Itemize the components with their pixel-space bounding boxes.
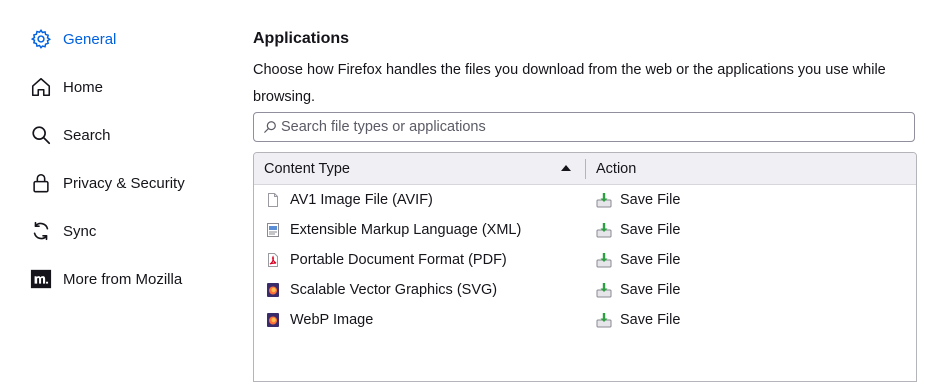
save-file-icon [596, 282, 612, 298]
column-label: Action [596, 160, 637, 177]
search-icon [263, 120, 277, 134]
home-icon [30, 76, 52, 98]
content-type-cell: WebP Image [265, 305, 373, 335]
content-type-cell: Extensible Markup Language (XML) [265, 215, 521, 245]
sidebar-item-home[interactable]: Home [30, 73, 103, 101]
table-row[interactable]: WebP Image Save File [254, 305, 916, 335]
action-label: Save File [620, 222, 681, 238]
sort-ascending-icon [561, 165, 571, 171]
column-label: Content Type [264, 160, 350, 177]
sidebar: General Home Search Privacy & Security S… [0, 0, 230, 372]
content-type-cell: AV1 Image File (AVIF) [265, 185, 433, 215]
sidebar-item-general[interactable]: General [30, 25, 116, 53]
sidebar-item-sync[interactable]: Sync [30, 217, 96, 245]
action-label: Save File [620, 282, 681, 298]
action-select[interactable]: Save File [596, 275, 680, 305]
action-select[interactable]: Save File [596, 245, 680, 275]
action-label: Save File [620, 252, 681, 268]
firefox-file-icon [265, 312, 281, 328]
section-title: Applications [253, 30, 350, 47]
applications-section: Applications Choose how Firefox handles … [253, 0, 917, 382]
sidebar-item-label: Home [63, 78, 104, 96]
column-header-action[interactable]: Action [596, 153, 636, 184]
sync-icon [30, 220, 52, 242]
action-select[interactable]: Save File [596, 185, 680, 215]
content-type-cell: Scalable Vector Graphics (SVG) [265, 275, 497, 305]
search-box[interactable] [253, 112, 915, 142]
content-type-label: WebP Image [290, 312, 374, 328]
content-type-cell: Portable Document Format (PDF) [265, 245, 507, 275]
sidebar-item-privacy[interactable]: Privacy & Security [30, 169, 185, 197]
content-type-label: Scalable Vector Graphics (SVG) [290, 282, 498, 298]
sidebar-item-more-from-mozilla[interactable]: More from Mozilla [30, 265, 182, 293]
table-row[interactable]: Portable Document Format (PDF) Save File [254, 245, 916, 275]
blank-file-icon [265, 192, 281, 208]
xml-file-icon [265, 222, 281, 238]
sidebar-item-label: Search [63, 126, 111, 144]
sidebar-item-label: General [63, 30, 117, 48]
applications-table: Content Type Action AV1 Image File (AVIF… [253, 152, 917, 382]
sidebar-item-label: Privacy & Security [63, 174, 185, 192]
column-header-content-type[interactable]: Content Type [264, 153, 584, 184]
sidebar-item-label: Sync [63, 222, 97, 240]
column-divider[interactable] [585, 159, 586, 179]
table-row[interactable]: Scalable Vector Graphics (SVG) Save File [254, 275, 916, 305]
firefox-file-icon [265, 282, 281, 298]
search-icon [30, 124, 52, 146]
save-file-icon [596, 252, 612, 268]
content-type-label: Extensible Markup Language (XML) [290, 222, 522, 238]
section-description: Choose how Firefox handles the files you… [253, 62, 886, 105]
content-type-label: Portable Document Format (PDF) [290, 252, 507, 268]
mozilla-icon [30, 268, 52, 290]
sidebar-item-search[interactable]: Search [30, 121, 111, 149]
table-header: Content Type Action [254, 153, 916, 185]
save-file-icon [596, 312, 612, 328]
search-input[interactable] [281, 119, 881, 135]
pdf-icon [265, 252, 281, 268]
table-row[interactable]: Extensible Markup Language (XML) Save Fi… [254, 215, 916, 245]
table-row[interactable]: AV1 Image File (AVIF) Save File [254, 185, 916, 215]
save-file-icon [596, 192, 612, 208]
action-select[interactable]: Save File [596, 215, 680, 245]
content-type-label: AV1 Image File (AVIF) [290, 192, 433, 208]
action-select[interactable]: Save File [596, 305, 680, 335]
save-file-icon [596, 222, 612, 238]
action-label: Save File [620, 312, 681, 328]
action-label: Save File [620, 192, 681, 208]
sidebar-item-label: More from Mozilla [63, 270, 183, 288]
lock-icon [30, 172, 52, 194]
gear-icon [30, 28, 52, 50]
